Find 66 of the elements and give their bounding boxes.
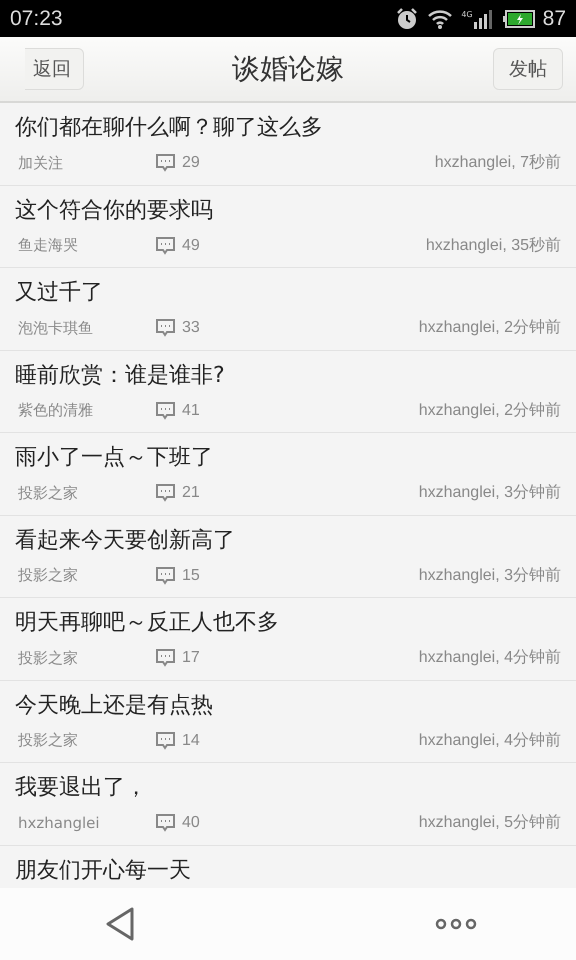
post-meta: hxzhanglei, 2分钟前 (418, 400, 561, 420)
comment-icon (155, 318, 176, 338)
post-row[interactable]: 今天晚上还是有点热 投影之家 14 hxzhanglei, 4分钟前 (0, 680, 576, 763)
comment-icon (155, 566, 176, 586)
comment-icon (155, 483, 176, 503)
comment-count: 33 (182, 318, 200, 338)
network-label: 4G (461, 8, 473, 20)
signal-icon (472, 8, 495, 28)
post-author: 投影之家 (18, 730, 79, 752)
post-author: 加关注 (18, 152, 64, 174)
comment-count: 49 (182, 236, 200, 256)
post-row[interactable]: 看起来今天要创新高了 投影之家 15 hxzhanglei, 3分钟前 (0, 516, 576, 598)
post-author: 泡泡卡琪鱼 (18, 318, 94, 339)
post-meta: hxzhanglei, 35秒前 (426, 236, 561, 256)
comment-icon (155, 236, 176, 256)
alarm-icon (395, 6, 420, 30)
post-title: 今天晚上还是有点热 (15, 692, 214, 720)
back-icon[interactable] (105, 907, 135, 941)
comment-icon (155, 730, 176, 750)
post-meta: hxzhanglei, 3分钟前 (418, 566, 561, 586)
wifi-icon (427, 8, 454, 30)
comment-count: 41 (182, 400, 200, 420)
post-button[interactable]: 发帖 (493, 48, 563, 90)
more-icon[interactable] (435, 917, 477, 931)
post-title: 你们都在聊什么啊？聊了这么多 (15, 114, 324, 142)
status-time: 07:23 (10, 6, 63, 32)
post-title: 雨小了一点～下班了 (15, 444, 214, 472)
page-title: 谈婚论嫁 (232, 51, 344, 87)
post-meta: hxzhanglei, 4分钟前 (418, 648, 561, 668)
battery-icon (502, 10, 535, 28)
post-row[interactable]: 雨小了一点～下班了 投影之家 21 hxzhanglei, 3分钟前 (0, 433, 576, 516)
comment-count: 14 (182, 730, 200, 750)
comment-count: 17 (182, 648, 200, 668)
post-author: 鱼走海哭 (18, 235, 79, 256)
comment-count: 15 (182, 566, 200, 586)
comment-icon (155, 648, 176, 668)
post-title: 明天再聊吧～反正人也不多 (15, 609, 280, 637)
post-meta: hxzhanglei, 4分钟前 (418, 730, 561, 750)
comment-count: 40 (182, 813, 200, 833)
comment-icon (155, 813, 176, 833)
post-row[interactable]: 明天再聊吧～反正人也不多 投影之家 17 hxzhanglei, 4分钟前 (0, 598, 576, 680)
post-author: 投影之家 (18, 648, 79, 669)
post-title: 朋友们开心每一天 (15, 856, 192, 884)
comment-count: 29 (182, 153, 200, 173)
post-author: 紫色的清雅 (18, 400, 94, 422)
post-meta: hxzhanglei, 7秒前 (434, 153, 561, 173)
post-author: 投影之家 (18, 482, 79, 504)
post-title: 又过千了 (15, 279, 104, 307)
post-meta: hxzhanglei, 2分钟前 (418, 318, 561, 338)
post-title: 睡前欣赏：谁是谁非? (15, 362, 226, 390)
post-row[interactable]: 这个符合你的要求吗 鱼走海哭 49 hxzhanglei, 35秒前 (0, 186, 576, 268)
post-title: 这个符合你的要求吗 (15, 196, 214, 224)
post-row[interactable]: 我要退出了， hxzhanglei 40 hxzhanglei, 5分钟前 (0, 763, 576, 846)
post-row[interactable]: 又过千了 泡泡卡琪鱼 33 hxzhanglei, 2分钟前 (0, 268, 576, 350)
post-meta: hxzhanglei, 3分钟前 (418, 483, 561, 503)
post-row[interactable]: 睡前欣赏：谁是谁非? 紫色的清雅 41 hxzhanglei, 2分钟前 (0, 350, 576, 433)
post-title: 看起来今天要创新高了 (15, 526, 236, 554)
post-meta: hxzhanglei, 5分钟前 (418, 813, 561, 833)
comment-icon (155, 153, 176, 173)
comment-icon (155, 400, 176, 420)
post-title: 我要退出了， (15, 774, 148, 802)
post-author: 投影之家 (18, 565, 79, 586)
battery-level: 87 (542, 6, 566, 32)
comment-count: 21 (182, 483, 200, 503)
post-author: hxzhanglei (18, 812, 101, 834)
post-row[interactable]: 你们都在聊什么啊？聊了这么多 加关注 29 hxzhanglei, 7秒前 (0, 103, 576, 186)
